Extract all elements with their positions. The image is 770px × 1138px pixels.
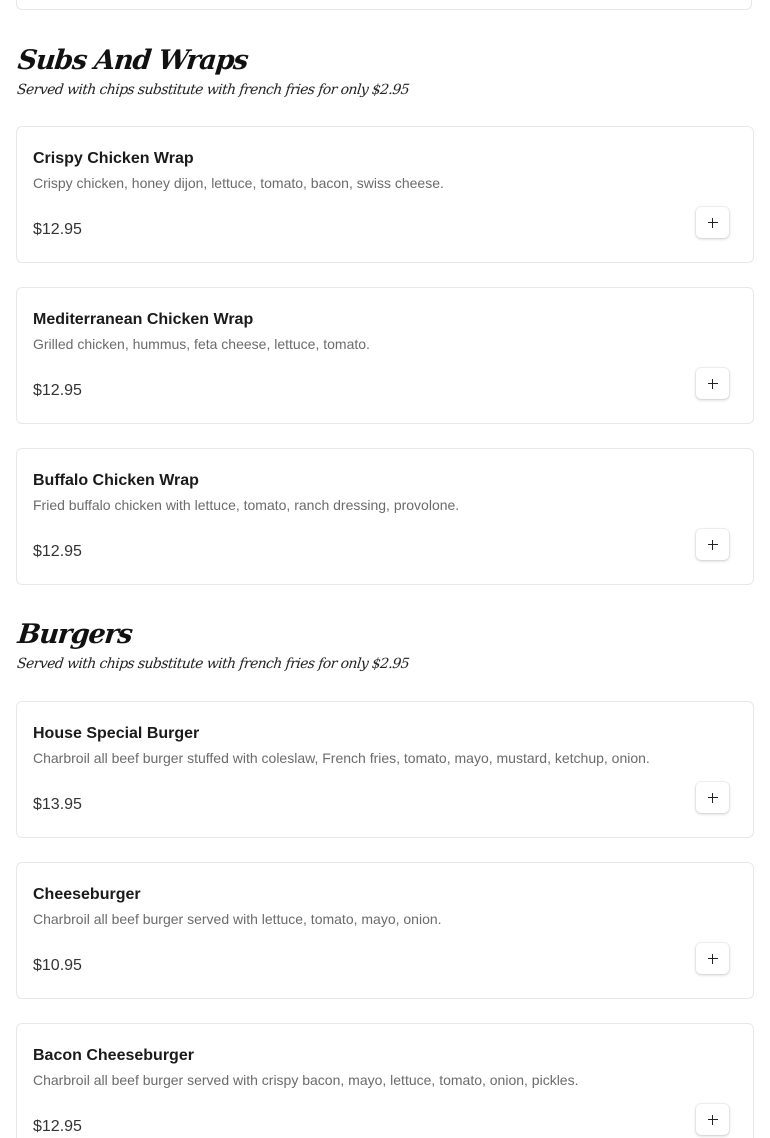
section-title: Subs And Wraps	[16, 45, 250, 76]
menu-item-description: Charbroil all beef burger stuffed with c…	[33, 750, 650, 766]
menu-item-card[interactable]: Mediterranean Chicken Wrap Grilled chick…	[16, 287, 754, 424]
add-to-cart-button[interactable]	[696, 943, 729, 974]
menu-item-name: Cheeseburger	[33, 886, 141, 903]
add-to-cart-button[interactable]	[696, 782, 729, 813]
menu-item-card[interactable]: House Special Burger Charbroil all beef …	[16, 701, 754, 838]
section-subtitle: Served with chips substitute with french…	[16, 82, 410, 98]
menu-item-price: $10.95	[33, 957, 82, 974]
menu-item-name: Bacon Cheeseburger	[33, 1047, 194, 1064]
menu-item-description: Charbroil all beef burger served with le…	[33, 911, 442, 927]
menu-item-price: $12.95	[33, 221, 82, 238]
menu-item-description: Crispy chicken, honey dijon, lettuce, to…	[33, 175, 444, 191]
plus-icon	[707, 539, 718, 550]
previous-menu-item-card[interactable]	[16, 0, 752, 10]
menu-item-description: Grilled chicken, hummus, feta cheese, le…	[33, 336, 370, 352]
plus-icon	[707, 378, 718, 389]
section-header-burgers: Burgers Served with chips substitute wit…	[16, 618, 754, 674]
plus-icon	[707, 792, 718, 803]
menu-item-name: House Special Burger	[33, 725, 200, 742]
add-to-cart-button[interactable]	[696, 368, 729, 399]
menu-item-description: Charbroil all beef burger served with cr…	[33, 1072, 579, 1088]
section-subtitle: Served with chips substitute with french…	[16, 656, 410, 672]
menu-item-name: Mediterranean Chicken Wrap	[33, 311, 254, 328]
menu-item-card[interactable]: Buffalo Chicken Wrap Fried buffalo chick…	[16, 448, 754, 585]
menu-item-price: $12.95	[33, 543, 82, 560]
menu-item-price: $12.95	[33, 1118, 82, 1135]
menu-page: Subs And Wraps Served with chips substit…	[0, 0, 770, 1138]
section-title: Burgers	[16, 619, 134, 650]
menu-item-name: Crispy Chicken Wrap	[33, 150, 194, 167]
section-header-subs-and-wraps: Subs And Wraps Served with chips substit…	[16, 44, 754, 100]
menu-item-card[interactable]: Bacon Cheeseburger Charbroil all beef bu…	[16, 1023, 754, 1138]
add-to-cart-button[interactable]	[696, 1104, 729, 1135]
add-to-cart-button[interactable]	[696, 207, 729, 238]
plus-icon	[707, 953, 718, 964]
menu-item-card[interactable]: Crispy Chicken Wrap Crispy chicken, hone…	[16, 126, 754, 263]
plus-icon	[707, 1114, 718, 1125]
plus-icon	[707, 217, 718, 228]
menu-item-price: $13.95	[33, 796, 82, 813]
add-to-cart-button[interactable]	[696, 529, 729, 560]
menu-item-price: $12.95	[33, 382, 82, 399]
menu-item-card[interactable]: Cheeseburger Charbroil all beef burger s…	[16, 862, 754, 999]
menu-item-description: Fried buffalo chicken with lettuce, toma…	[33, 497, 460, 513]
menu-item-name: Buffalo Chicken Wrap	[33, 472, 199, 489]
